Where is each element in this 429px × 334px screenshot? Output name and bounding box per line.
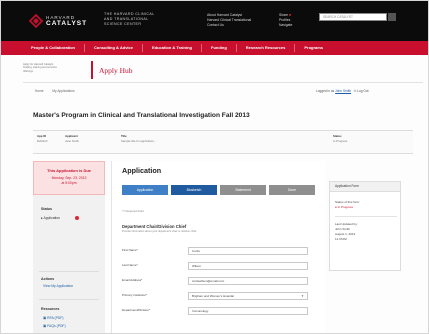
left-sidebar: This Application is Due Monday, Sep. 23,… [33,161,105,333]
nav-people-collaboration[interactable]: People & Collaboration [31,45,75,51]
required-note: *= Required Field [122,209,144,213]
last-updated-date: August 1, 2013 [335,232,356,236]
status-value: ● In Progress [335,205,353,209]
first-name-row: First Name* Curtis [122,247,318,256]
hub-description: Apply for Harvard Catalyst funding, trai… [23,63,57,73]
logo-line-2: CATALYST [46,20,88,27]
nav-consulting-advice[interactable]: Consulting & Advice [94,45,133,51]
department-field[interactable]: Immunology [188,307,308,315]
resource-rfa-link[interactable]: ▣ RFA (PDF) [43,316,64,320]
main-nav: People & Collaboration Consulting & Advi… [1,41,428,55]
due-date-notice: This Application is Due Monday, Sep. 23,… [33,161,105,195]
divider [39,299,99,300]
last-name-row: Last Name* Wilson [122,262,318,271]
apply-hub-header: Apply for Harvard Catalyst funding, trai… [23,59,423,83]
hub-divider [91,61,93,79]
email-row: Email Address* curtiswilson@email.com [122,277,318,286]
divider [335,216,397,217]
nav-divider [84,44,86,52]
last-updated-time: 11:37AM [335,237,347,241]
nav-funding[interactable]: Funding [211,45,227,51]
breadcrumb-home[interactable]: Home [35,89,44,93]
info-status: Status In Progress [333,134,348,144]
step-done[interactable]: Done [269,185,315,195]
last-updated-by: John Smith [335,227,351,231]
divider [39,271,99,272]
logout-icon: ⏻ [353,89,357,93]
nav-divider [141,44,143,52]
application-title: Application [122,166,162,175]
logout-link[interactable]: Log Out [357,89,368,93]
pdf-icon: ▣ [43,324,47,328]
resource-faqs-link[interactable]: ▣ FAQs (PDF) [43,324,66,328]
nav-research-resources[interactable]: Research Resources [246,45,286,51]
chevron-down-icon: ▼ [301,294,304,298]
top-links: About Harvard Catalyst Harvard Clinical … [207,13,251,28]
user-name-link[interactable]: John Smith [335,89,351,93]
pdf-icon: ▣ [43,316,47,320]
hub-title: Apply Hub [99,66,133,75]
nav-programs[interactable]: Programs [304,45,323,51]
status-item-application[interactable]: ▸ Application [41,216,80,221]
user-bar: Logged in as John Smith ⏻ Log Out [316,89,369,93]
share-icon: ■ [289,13,292,17]
top-icon-links: Share ■ Profiles Navigate [279,13,292,28]
resources-heading: Resources [41,307,60,311]
info-applicant: Applicant Jane Smith [65,134,79,144]
actions-heading: Actions [41,277,55,281]
application-info-bar: App ID MA0123 Applicant Jane Smith Title… [33,130,413,154]
top-link-contact[interactable]: Contact Us [207,23,251,28]
alert-dot-icon [75,216,80,221]
breadcrumb-my-applications[interactable]: My Applications [52,89,74,93]
info-title: Title Sample title for application... [121,134,157,144]
breadcrumb: Home My Applications [35,89,83,94]
nav-divider [201,44,202,52]
last-updated-label: Last Updated by: [335,222,358,226]
last-name-field[interactable]: Wilson [188,262,308,270]
primary-institution-row: Primary Institution* Brigham and Women's… [122,292,318,301]
panel-heading: Application Form [330,182,400,192]
email-field[interactable]: curtiswilson@email.com [188,277,308,285]
search-input[interactable]: SEARCH CATALYST [319,13,387,21]
step-application[interactable]: Application [122,185,168,195]
harvard-catalyst-logo[interactable]: HARVARD CATALYST [29,14,93,30]
nav-divider [294,44,296,52]
progress-steps: Application Biosketch Statement Done [122,185,318,195]
nav-divider [235,44,237,52]
progress-icon: ● [335,205,337,209]
status-label: Status of this form: [335,200,361,204]
page-title: Master's Program in Clinical and Transla… [33,112,250,119]
center-tagline: THE HARVARD CLINICAL AND TRANSLATIONAL S… [104,12,155,27]
browser-frame: HARVARD CATALYST THE HARVARD CLINICAL AN… [0,0,429,334]
primary-institution-select[interactable]: Brigham and Women's Hospital ▼ [188,292,308,300]
nav-education-training[interactable]: Education & Training [152,45,192,51]
first-name-field[interactable]: Curtis [188,247,308,255]
section-subtitle: Provide information about your departmen… [122,230,197,233]
logo-mark-icon [29,14,43,28]
section-title: Department Chair/Division Chief [122,224,187,229]
top-header: HARVARD CATALYST THE HARVARD CLINICAL AN… [1,1,428,41]
step-biosketch[interactable]: Biosketch [171,185,217,195]
step-statement[interactable]: Statement [220,185,266,195]
view-my-application-link[interactable]: View My Application [43,284,73,288]
application-panel: Application Application Biosketch Statem… [111,161,325,333]
search-button[interactable] [388,13,396,21]
department-row: Department/Division* Immunology [122,307,318,316]
navigate-link[interactable]: Navigate [279,23,292,28]
status-heading: Status [41,207,52,211]
form-status-panel: Application Form Status of this form: ● … [329,181,401,271]
info-app-id: App ID MA0123 [37,134,48,144]
